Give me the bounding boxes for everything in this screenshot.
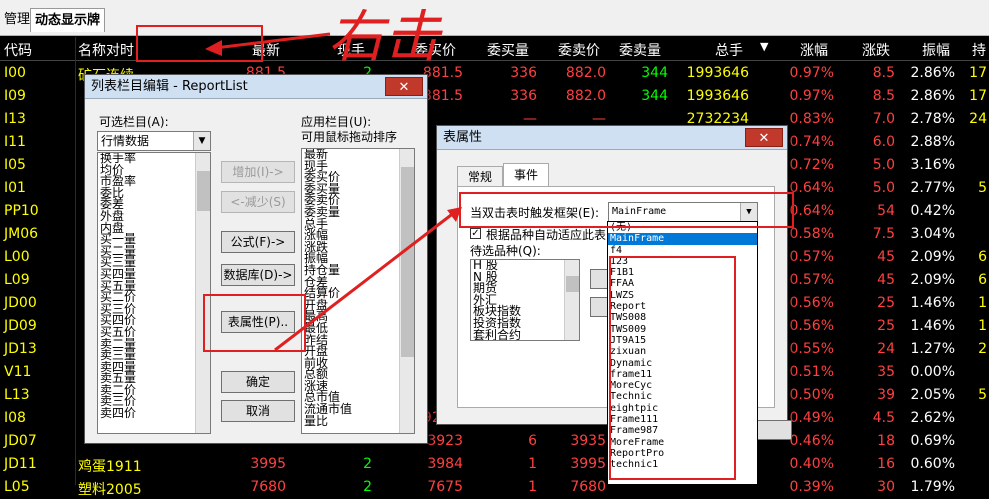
arrow-line [274,210,456,352]
arrow-head [447,207,462,222]
handwritten-annotation: 右击 [328,5,440,70]
annotation-arrows [205,32,462,352]
arrow-head [205,40,222,56]
arrow-line [214,32,331,50]
